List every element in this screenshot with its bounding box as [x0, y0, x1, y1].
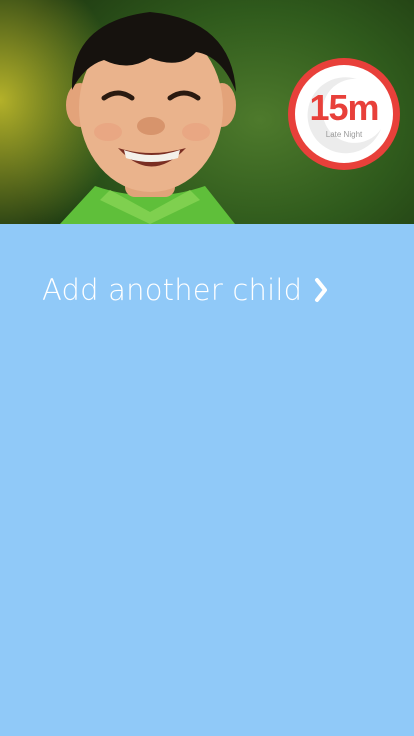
add-another-child-button[interactable]: Add another child [42, 268, 328, 312]
child-photo[interactable]: 15m Late Night [0, 0, 414, 224]
app-screen: 15m Late Night Add another child [0, 0, 414, 736]
chevron-right-icon [315, 278, 328, 302]
add-another-child-label: Add another child [42, 273, 303, 307]
screen-time-badge[interactable]: 15m Late Night [288, 58, 400, 170]
screen-time-value: 15m [309, 87, 379, 128]
screen-time-mode-label: Late Night [325, 130, 363, 139]
screen-time-badge-face: 15m Late Night [295, 65, 393, 163]
